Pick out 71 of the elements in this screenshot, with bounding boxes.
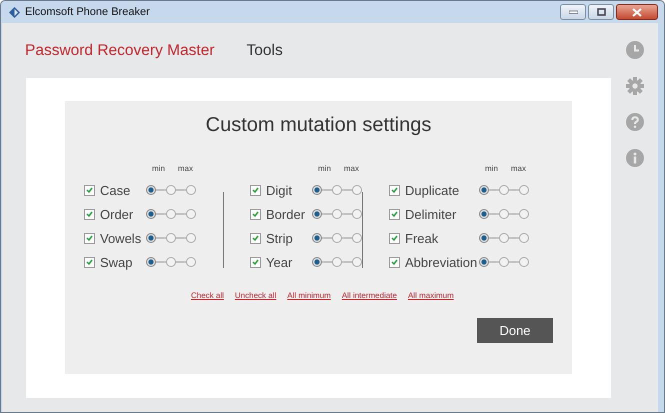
slider-thumb[interactable]	[479, 257, 489, 267]
level-slider[interactable]	[146, 256, 196, 268]
option-label: Year	[266, 254, 292, 270]
link[interactable]: All minimum	[287, 291, 331, 300]
checkbox[interactable]	[250, 208, 261, 220]
checkbox[interactable]	[250, 232, 261, 244]
slider-thumb[interactable]	[146, 233, 156, 243]
option-label: Strip	[266, 230, 293, 246]
option-label: Duplicate	[405, 182, 460, 198]
maximize-button[interactable]	[588, 4, 614, 20]
level-slider[interactable]	[146, 208, 196, 220]
scale-label: min	[152, 164, 165, 175]
close-button[interactable]	[616, 4, 658, 20]
tab[interactable]: Password Recovery Master	[25, 42, 215, 60]
scale-label: max	[344, 164, 360, 175]
slider-thumb[interactable]	[312, 209, 322, 219]
slider-thumb[interactable]	[146, 185, 156, 195]
maximize-icon	[596, 8, 606, 16]
window-title: Elcomsoft Phone Breaker	[25, 6, 151, 18]
close-icon	[632, 8, 642, 16]
level-slider[interactable]	[312, 184, 362, 196]
level-slider[interactable]	[146, 232, 196, 244]
level-slider[interactable]	[312, 232, 362, 244]
option-label: Border	[266, 206, 306, 222]
slider-thumb[interactable]	[312, 233, 322, 243]
app-logo-icon	[8, 6, 21, 18]
level-slider[interactable]	[312, 208, 362, 220]
checkbox[interactable]	[389, 256, 400, 268]
checkbox[interactable]	[84, 208, 95, 220]
checkbox[interactable]	[250, 256, 261, 268]
checkbox[interactable]	[389, 208, 400, 220]
level-slider[interactable]	[479, 256, 529, 268]
slider-thumb[interactable]	[312, 257, 322, 267]
scale-label: max	[510, 164, 526, 175]
link[interactable]: All maximum	[408, 291, 454, 300]
checkbox[interactable]	[250, 184, 261, 196]
checkbox[interactable]	[84, 232, 95, 244]
level-slider[interactable]	[479, 232, 529, 244]
link[interactable]: All intermediate	[342, 291, 397, 300]
level-slider[interactable]	[146, 184, 196, 196]
scale-label: max	[178, 164, 194, 175]
slider-thumb[interactable]	[146, 257, 156, 267]
checkbox[interactable]	[84, 256, 95, 268]
minimize-button[interactable]	[560, 4, 586, 20]
option-label: Freak	[405, 230, 438, 246]
tab[interactable]: Tools	[246, 42, 283, 60]
link[interactable]: Uncheck all	[234, 291, 276, 300]
level-slider[interactable]	[479, 184, 529, 196]
link[interactable]: Check all	[191, 291, 224, 300]
checkbox[interactable]	[84, 184, 95, 196]
slider-thumb[interactable]	[479, 185, 489, 195]
option-label: Delimiter	[405, 206, 456, 222]
minimize-icon	[568, 10, 578, 14]
slider-thumb[interactable]	[146, 209, 156, 219]
checkbox[interactable]	[389, 184, 400, 196]
slider-thumb[interactable]	[479, 209, 489, 219]
option-label: Swap	[100, 254, 133, 270]
done-button[interactable]: Done	[477, 318, 553, 343]
dialog-title: Custom mutation settings	[204, 114, 432, 138]
level-slider[interactable]	[312, 256, 362, 268]
option-label: Vowels	[100, 230, 142, 246]
level-slider[interactable]	[479, 208, 529, 220]
scale-label: min	[485, 164, 498, 175]
option-label: Abbreviation	[405, 254, 478, 270]
slider-thumb[interactable]	[312, 185, 322, 195]
checkbox[interactable]	[389, 232, 400, 244]
option-label: Case	[100, 182, 130, 198]
option-label: Digit	[266, 182, 292, 198]
option-label: Order	[100, 206, 134, 222]
slider-thumb[interactable]	[479, 233, 489, 243]
scale-label: min	[318, 164, 331, 175]
